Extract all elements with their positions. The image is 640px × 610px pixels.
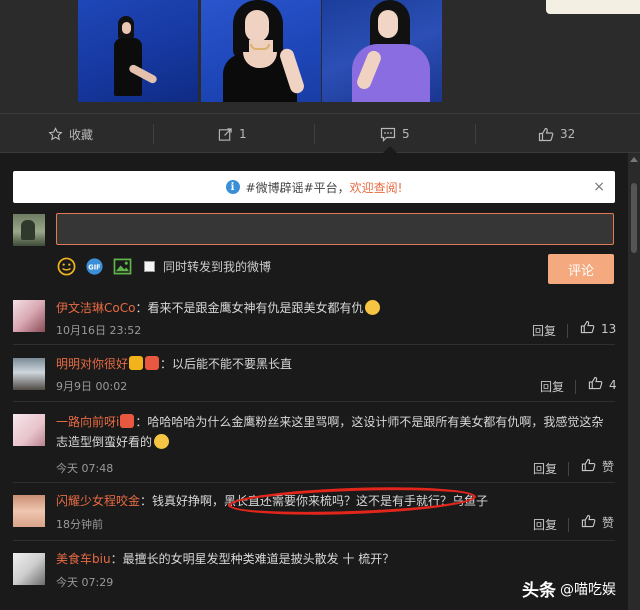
comment-text: ：最擅长的女明星发型种类难道是披头散发 十 梳开？ <box>110 552 395 566</box>
comment-like-button[interactable]: 13 <box>580 320 616 337</box>
reply-button[interactable]: 回复 <box>540 378 564 395</box>
favorite-label: 收藏 <box>69 127 94 142</box>
laugh-emoji-icon <box>154 434 170 449</box>
comment-panel-pointer <box>383 146 397 153</box>
repost-count: 1 <box>239 127 247 141</box>
comment-input[interactable] <box>56 213 614 245</box>
scrollbar[interactable] <box>628 153 640 610</box>
image-icon[interactable] <box>112 256 132 276</box>
thumbs-up-icon <box>580 320 595 337</box>
comment-like-count: 赞 <box>602 516 615 530</box>
watermark-brand: 头条 <box>522 581 556 601</box>
cat-emoji-icon <box>365 300 381 315</box>
comment-time: 9月9日 00:02 <box>56 380 128 393</box>
scroll-up-arrow-icon[interactable] <box>630 157 638 162</box>
commenter-avatar[interactable] <box>13 553 45 585</box>
gif-icon[interactable]: GIF <box>84 256 104 276</box>
comment-body: 一路向前呀i ：哈哈哈哈为什么金鹰粉丝来这里骂啊，这设计师不是跟所有美女都有仇啊，… <box>56 412 612 452</box>
like-count: 32 <box>560 127 576 141</box>
comment-like-count: 赞 <box>602 460 615 474</box>
emoji-icon[interactable] <box>56 256 76 276</box>
current-user-avatar[interactable] <box>13 214 45 246</box>
post-image-1[interactable] <box>78 0 198 102</box>
commenter-name[interactable]: 伊文洁琳CoCo <box>56 301 135 315</box>
comment-icon <box>380 127 396 142</box>
commenter-avatar[interactable] <box>13 414 45 446</box>
like-button[interactable]: 32 <box>538 114 575 154</box>
reply-button[interactable]: 回复 <box>533 516 557 533</box>
rumor-notice-bar: i #微博辟谣#平台， 欢迎查阅! × <box>13 171 615 203</box>
star-icon <box>48 126 63 142</box>
gift-badge-icon <box>145 356 160 370</box>
submit-comment-button[interactable]: 评论 <box>548 254 614 284</box>
commenter-name[interactable]: 美食车biu <box>56 552 111 566</box>
scrollbar-thumb[interactable] <box>631 183 637 253</box>
thumbs-up-icon <box>538 127 554 142</box>
comment-text: ：哈哈哈哈为什么金鹰粉丝来这里骂啊，这设计师不是跟所有美女都有仇啊，我感觉这杂志… <box>56 415 604 449</box>
popup-corner <box>546 0 640 14</box>
comment-time: 18分钟前 <box>56 518 103 531</box>
commenter-name[interactable]: 闪耀少女程咬金 <box>56 494 140 508</box>
commenter-name[interactable]: 一路向前呀i <box>56 415 119 429</box>
share-icon <box>218 127 233 142</box>
comment-body: 美食车biu：最擅长的女明星发型种类难道是披头散发 十 梳开？ <box>56 549 612 569</box>
comment-time: 10月16日 23:52 <box>56 324 142 337</box>
gift-badge-icon <box>120 414 135 428</box>
post-action-bar: 收藏 1 5 32 <box>0 113 640 153</box>
comment-text: ：以后能不能不要黑长直 <box>160 357 293 371</box>
notice-text: #微博辟谣#平台， <box>245 180 350 195</box>
commenter-name[interactable]: 明明对你很好 <box>56 357 128 371</box>
post-image-2[interactable] <box>201 0 321 102</box>
comment-like-button[interactable]: 赞 <box>581 514 614 531</box>
close-icon[interactable]: × <box>593 179 605 195</box>
comment-like-count: 13 <box>601 321 617 336</box>
comment-like-count: 4 <box>609 377 617 392</box>
forward-checkbox[interactable] <box>144 260 155 272</box>
comment-body: 明明对你很好 ：以后能不能不要黑长直 <box>56 354 612 374</box>
commenter-avatar[interactable] <box>13 358 45 390</box>
comment-time: 今天 07:48 <box>56 462 114 475</box>
notice-link[interactable]: 欢迎查阅! <box>350 179 403 196</box>
commenter-avatar[interactable] <box>13 495 45 527</box>
commenter-avatar[interactable] <box>13 300 45 332</box>
vip-badge-icon <box>129 356 144 370</box>
comment-time: 今天 07:29 <box>56 576 114 589</box>
comment-like-button[interactable]: 赞 <box>581 458 614 475</box>
info-icon: i <box>225 180 240 194</box>
watermark-account: @喵吃娱 <box>560 581 616 598</box>
forward-label: 同时转发到我的微博 <box>163 259 272 274</box>
thumbs-up-icon <box>588 376 603 393</box>
thumbs-up-icon <box>581 514 596 531</box>
comment-like-button[interactable]: 4 <box>588 376 617 393</box>
favorite-button[interactable]: 收藏 <box>48 114 93 154</box>
repost-button[interactable]: 1 <box>218 114 247 154</box>
thumbs-up-icon <box>581 458 596 475</box>
post-image-3[interactable] <box>322 0 442 102</box>
comment-text: ：看来不是跟金鹰女神有仇是跟美女都有仇 <box>135 301 364 315</box>
reply-button[interactable]: 回复 <box>533 460 557 477</box>
toutiao-watermark: 头条 @喵吃娱 <box>522 576 616 601</box>
reply-button[interactable]: 回复 <box>532 322 556 339</box>
post-image-strip <box>0 0 640 112</box>
comment-count: 5 <box>402 127 410 141</box>
comment-body: 伊文洁琳CoCo：看来不是跟金鹰女神有仇是跟美女都有仇 <box>56 298 612 318</box>
svg-text:GIF: GIF <box>88 263 100 271</box>
composer-toolbar: GIF 同时转发到我的微博 <box>56 255 271 277</box>
